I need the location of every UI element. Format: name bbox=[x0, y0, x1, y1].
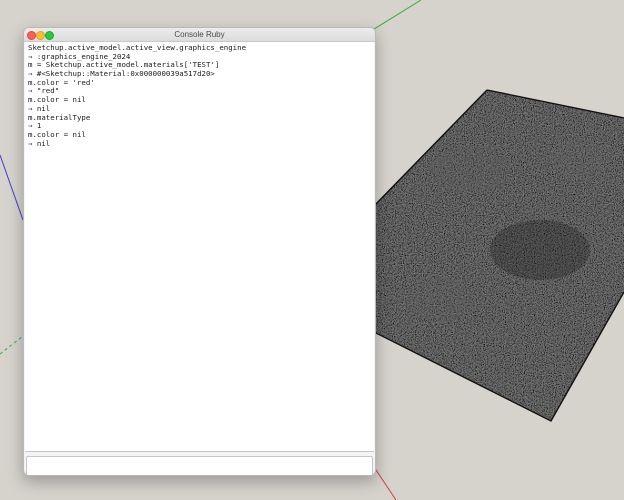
console-output: Sketchup.active_model.active_view.graphi… bbox=[25, 42, 374, 452]
console-input[interactable] bbox=[26, 456, 373, 475]
blue-axis-line bbox=[0, 154, 24, 221]
console-line: m.color = nil bbox=[28, 129, 86, 139]
window-title: Console Ruby bbox=[174, 30, 225, 39]
green-axis-dashed-line bbox=[0, 335, 24, 355]
title-bar[interactable]: Console Ruby bbox=[24, 28, 375, 42]
ruby-console-window[interactable]: Console Ruby Sketchup.active_model.activ… bbox=[23, 27, 376, 476]
textured-ground-plane[interactable] bbox=[373, 89, 624, 422]
console-line: m.color = nil bbox=[28, 95, 86, 105]
console-line: ⇒ nil bbox=[28, 138, 51, 148]
console-line: m.materialType bbox=[28, 112, 91, 122]
console-line: m.color = 'red' bbox=[28, 77, 95, 87]
